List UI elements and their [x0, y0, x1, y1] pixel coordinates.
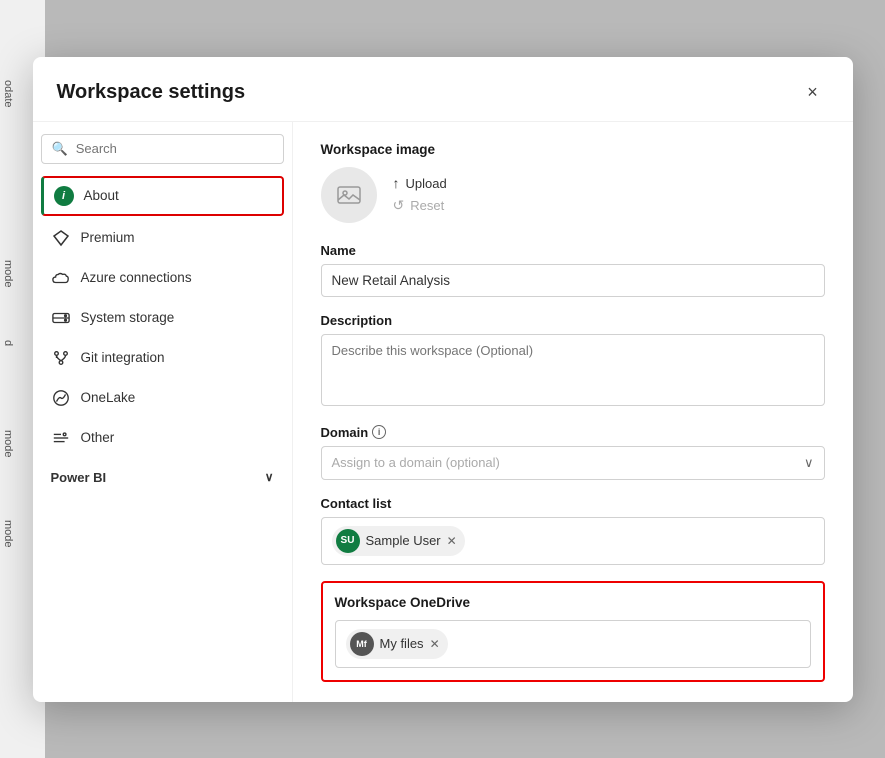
onedrive-box: Mf My files ✕ — [335, 620, 811, 668]
sidebar-item-git-label: Git integration — [81, 350, 165, 365]
description-section: Description — [321, 313, 825, 409]
upload-label: Upload — [406, 176, 447, 191]
sidebar-section-powerbi-label: Power BI — [51, 470, 107, 485]
description-input[interactable] — [321, 334, 825, 406]
upload-icon: ↑ — [393, 175, 400, 191]
sidebar-item-azure-label: Azure connections — [81, 270, 192, 285]
modal-title: Workspace settings — [57, 81, 246, 104]
onedrive-label: Workspace OneDrive — [335, 595, 811, 610]
contact-list-label: Contact list — [321, 496, 825, 511]
workspace-image-label: Workspace image — [321, 142, 825, 157]
contact-list-box: SU Sample User ✕ — [321, 517, 825, 565]
main-content: Workspace image ↑ Uplo — [293, 122, 853, 702]
bg-text-2: mode — [2, 260, 14, 288]
domain-label: Domain i — [321, 425, 825, 440]
bg-text-1: odate — [2, 80, 14, 108]
sidebar-section-powerbi[interactable]: Power BI ∨ — [41, 460, 284, 489]
workspace-image-placeholder — [321, 167, 377, 223]
reset-label: Reset — [410, 198, 444, 213]
sidebar: 🔍 i About Premium — [33, 122, 293, 702]
modal-body: 🔍 i About Premium — [33, 122, 853, 702]
sidebar-item-other[interactable]: Other — [41, 420, 284, 456]
image-icon — [337, 184, 361, 206]
name-section: Name — [321, 243, 825, 297]
storage-icon — [51, 308, 71, 328]
onelake-icon — [51, 388, 71, 408]
remove-onedrive-button[interactable]: ✕ — [430, 638, 440, 650]
close-button[interactable]: × — [797, 77, 829, 109]
domain-select[interactable]: Assign to a domain (optional) ∨ — [321, 446, 825, 480]
workspace-onedrive-section: Workspace OneDrive Mf My files ✕ — [321, 581, 825, 682]
sidebar-item-premium[interactable]: Premium — [41, 220, 284, 256]
chevron-down-icon: ∨ — [804, 455, 814, 471]
diamond-icon — [51, 228, 71, 248]
search-box: 🔍 — [41, 134, 284, 164]
sidebar-item-premium-label: Premium — [81, 230, 135, 245]
git-icon — [51, 348, 71, 368]
upload-button[interactable]: ↑ Upload — [393, 175, 447, 191]
sidebar-item-onelake[interactable]: OneLake — [41, 380, 284, 416]
reset-button[interactable]: ↺ Reset — [393, 197, 447, 214]
sidebar-item-storage-label: System storage — [81, 310, 175, 325]
sidebar-item-onelake-label: OneLake — [81, 390, 136, 405]
name-label: Name — [321, 243, 825, 258]
sidebar-item-git[interactable]: Git integration — [41, 340, 284, 376]
modal-header: Workspace settings × — [33, 57, 853, 122]
domain-section: Domain i Assign to a domain (optional) ∨ — [321, 425, 825, 480]
contact-user-name: Sample User — [366, 533, 441, 548]
domain-placeholder: Assign to a domain (optional) — [332, 455, 500, 470]
sidebar-item-storage[interactable]: System storage — [41, 300, 284, 336]
onedrive-file-name: My files — [380, 636, 424, 651]
avatar-mf: Mf — [350, 632, 374, 656]
chevron-down-icon: ∨ — [265, 470, 274, 484]
description-label: Description — [321, 313, 825, 328]
sidebar-item-about-label: About — [84, 188, 119, 203]
bg-text-3: d — [2, 340, 14, 346]
sidebar-item-azure[interactable]: Azure connections — [41, 260, 284, 296]
bg-text-4: mode — [2, 430, 14, 458]
reset-icon: ↺ — [393, 197, 405, 214]
avatar-su: SU — [336, 529, 360, 553]
search-input[interactable] — [76, 141, 273, 156]
info-icon: i — [54, 186, 74, 206]
image-actions: ↑ Upload ↺ Reset — [393, 175, 447, 214]
other-icon — [51, 428, 71, 448]
workspace-image-section: Workspace image ↑ Uplo — [321, 142, 825, 223]
cloud-icon — [51, 268, 71, 288]
remove-contact-button[interactable]: ✕ — [447, 535, 457, 547]
domain-info-icon: i — [372, 425, 386, 439]
sidebar-item-about[interactable]: i About — [41, 176, 284, 216]
contact-tag-sample-user: SU Sample User ✕ — [332, 526, 465, 556]
bg-text-5: mode — [2, 520, 14, 548]
name-input[interactable] — [321, 264, 825, 297]
overlay: odate mode d mode mode Workspace setting… — [0, 0, 885, 758]
contact-list-section: Contact list SU Sample User ✕ — [321, 496, 825, 565]
workspace-settings-modal: Workspace settings × 🔍 i About — [33, 57, 853, 702]
workspace-image-row: ↑ Upload ↺ Reset — [321, 167, 825, 223]
sidebar-item-other-label: Other — [81, 430, 115, 445]
search-icon: 🔍 — [52, 141, 68, 157]
onedrive-tag-myfiles: Mf My files ✕ — [346, 629, 448, 659]
